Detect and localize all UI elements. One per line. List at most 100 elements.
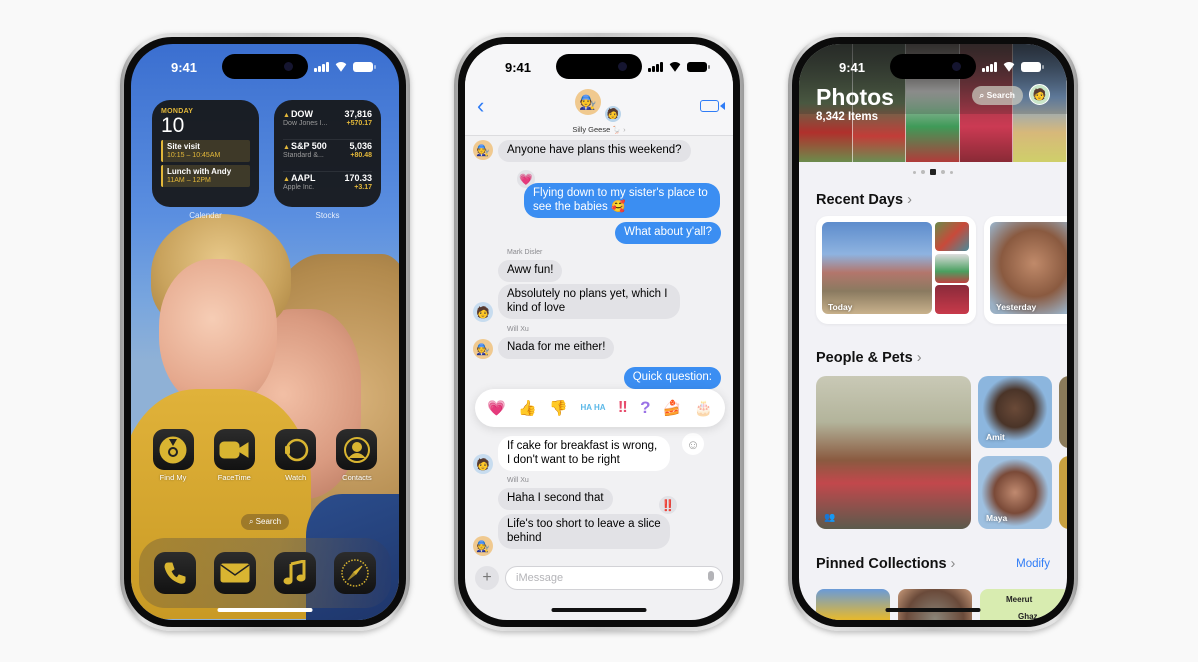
home-indicator[interactable] xyxy=(885,608,981,612)
status-time: 9:41 xyxy=(839,60,866,75)
sender-name: Will Xu xyxy=(507,326,529,333)
contacts-icon xyxy=(336,429,378,470)
modify-button[interactable]: Modify xyxy=(1016,558,1050,570)
facetime-icon xyxy=(213,429,255,470)
calendar-event: Lunch with Andy 11AM – 12PM xyxy=(161,165,250,187)
plus-button[interactable]: + xyxy=(475,566,499,590)
up-arrow-icon: ▲ xyxy=(283,112,290,119)
haha-reaction-button[interactable]: HA HA xyxy=(581,404,606,412)
phone-photos: 9:41 Photos 8,342 Items ⌕ Search 🧑 Recen… xyxy=(788,33,1078,631)
add-sticker-icon[interactable]: ☺ xyxy=(680,431,706,457)
sender-name: Will Xu xyxy=(507,477,529,484)
mail-icon[interactable] xyxy=(214,552,256,594)
stock-row: ▲DOW Dow Jones I... 37,816 +570.17 xyxy=(283,108,372,140)
question-reaction-button[interactable]: ? xyxy=(640,398,650,418)
stocks-widget[interactable]: ▲DOW Dow Jones I... 37,816 +570.17 ▲S&P 50… xyxy=(274,100,381,207)
group-name[interactable]: Silly Geese 🪿 › xyxy=(465,125,733,134)
message-bubble[interactable]: Anyone have plans this weekend? xyxy=(498,140,691,162)
search-icon: ⌕ xyxy=(979,90,985,100)
recent-day-card-today[interactable]: Today xyxy=(816,216,976,324)
calendar-widget[interactable]: MONDAY 10 Site visit 10:15 – 10:45AM Lun… xyxy=(152,100,259,207)
back-button[interactable]: ‹ xyxy=(477,95,484,117)
pinned-collection[interactable] xyxy=(816,589,890,620)
calendar-widget-label: Calendar xyxy=(189,211,222,220)
dynamic-island xyxy=(222,54,308,79)
pinned-map-collection[interactable]: Meerut Ghaz xyxy=(980,589,1067,620)
sender-name: Mark Disler xyxy=(507,249,543,256)
section-people-pets[interactable]: People & Pets › xyxy=(816,350,922,366)
up-arrow-icon: ▲ xyxy=(283,176,290,183)
app-contacts[interactable]: Contacts xyxy=(331,429,383,482)
thumbs-down-reaction-button[interactable]: 👎 xyxy=(549,399,568,417)
section-recent-days[interactable]: Recent Days › xyxy=(816,192,912,208)
avatar: 🧑‍🔧 xyxy=(473,339,493,359)
chevron-right-icon: › xyxy=(950,556,956,572)
avatar: 🧑‍🔧 xyxy=(473,140,493,160)
wifi-icon xyxy=(1002,62,1016,72)
group-avatar[interactable]: 🧑‍🔧 xyxy=(575,89,601,115)
app-find-my[interactable]: Find My xyxy=(147,429,199,482)
imessage-input[interactable]: iMessage xyxy=(505,566,723,590)
message-bubble[interactable]: Flying down to my sister's place to see … xyxy=(524,183,720,218)
stocks-widget-label: Stocks xyxy=(315,211,340,220)
pinned-collection[interactable] xyxy=(898,589,972,620)
exclamation-reaction-button[interactable]: ‼ xyxy=(618,399,628,417)
recent-day-card-yesterday[interactable]: Yesterday xyxy=(984,216,1067,324)
photo-thumbnail xyxy=(822,222,932,314)
home-screen: 9:41 MONDAY 10 Site visit 10:15 – 10:45A… xyxy=(131,44,399,620)
cake-reaction-button[interactable]: 🍰 xyxy=(663,399,682,417)
app-row: Find My FaceTime Watch Contacts xyxy=(147,429,383,482)
message-bubble[interactable]: Quick question: xyxy=(623,367,721,389)
exclamation-tapback-icon: ‼️ xyxy=(657,494,679,516)
item-count: 8,342 Items xyxy=(816,111,879,123)
dynamic-island xyxy=(556,54,642,79)
battery-icon xyxy=(353,62,376,72)
home-indicator[interactable] xyxy=(551,608,647,612)
person-tile-maya[interactable]: Maya xyxy=(978,456,1052,529)
microphone-icon[interactable] xyxy=(708,571,714,581)
group-icon: 👥 xyxy=(824,512,836,522)
message-bubble[interactable]: Aww fun! xyxy=(498,260,563,282)
home-search-button[interactable]: ⌕ Search xyxy=(240,514,290,530)
message-bubble[interactable]: What about y'all? xyxy=(615,222,721,244)
safari-icon[interactable] xyxy=(334,552,376,594)
message-thread: 🧑‍🔧 Anyone have plans this weekend? 💗 Fl… xyxy=(465,136,733,620)
message-bubble[interactable]: Life's too short to leave a slice behind xyxy=(498,514,670,549)
app-watch[interactable]: Watch xyxy=(270,429,322,482)
avatar: 🧑‍🔧 xyxy=(473,536,493,556)
phone-home-screen: 9:41 MONDAY 10 Site visit 10:15 – 10:45A… xyxy=(120,33,410,631)
message-bubble[interactable]: Absolutely no plans yet, which I kind of… xyxy=(498,284,680,319)
cellular-signal-icon xyxy=(982,62,997,72)
app-facetime[interactable]: FaceTime xyxy=(208,429,260,482)
stock-row: ▲AAPL Apple Inc. 170.33 +3.17 xyxy=(283,173,372,191)
wifi-icon xyxy=(668,62,682,72)
photos-search-button[interactable]: ⌕ Search xyxy=(971,86,1023,105)
home-indicator[interactable] xyxy=(217,608,313,612)
page-indicator[interactable] xyxy=(799,169,1067,175)
chevron-right-icon: › xyxy=(623,125,626,134)
watch-icon xyxy=(275,429,317,470)
message-bubble[interactable]: Nada for me either! xyxy=(498,337,615,359)
calendar-date: 10 xyxy=(161,114,185,137)
phone-icon[interactable] xyxy=(154,552,196,594)
chevron-left-icon: ‹ xyxy=(477,93,485,118)
stock-row: ▲S&P 500 Standard &... 5,036 +80.48 xyxy=(283,140,372,172)
status-time: 9:41 xyxy=(171,60,198,75)
chevron-right-icon: › xyxy=(916,350,922,366)
message-bubble[interactable]: Haha I second that xyxy=(498,488,613,510)
person-tile-amit[interactable]: Amit xyxy=(978,376,1052,448)
heart-reaction-button[interactable]: 💗 xyxy=(487,399,506,417)
search-icon: ⌕ xyxy=(248,517,254,526)
group-avatar-secondary: 🧑 xyxy=(603,104,623,124)
more-reaction-button[interactable]: 🎂 xyxy=(694,399,713,417)
page-title: Photos xyxy=(816,84,894,110)
message-bubble[interactable]: If cake for breakfast is wrong, I don't … xyxy=(498,436,670,471)
music-icon[interactable] xyxy=(274,552,316,594)
people-group-tile[interactable]: 👥 xyxy=(816,376,971,529)
facetime-video-button[interactable] xyxy=(700,100,725,112)
battery-icon xyxy=(1021,62,1044,72)
profile-avatar[interactable]: 🧑 xyxy=(1029,84,1050,105)
thumbs-up-reaction-button[interactable]: 👍 xyxy=(518,399,537,417)
cellular-signal-icon xyxy=(314,62,329,72)
section-pinned-collections[interactable]: Pinned Collections › xyxy=(816,556,955,572)
